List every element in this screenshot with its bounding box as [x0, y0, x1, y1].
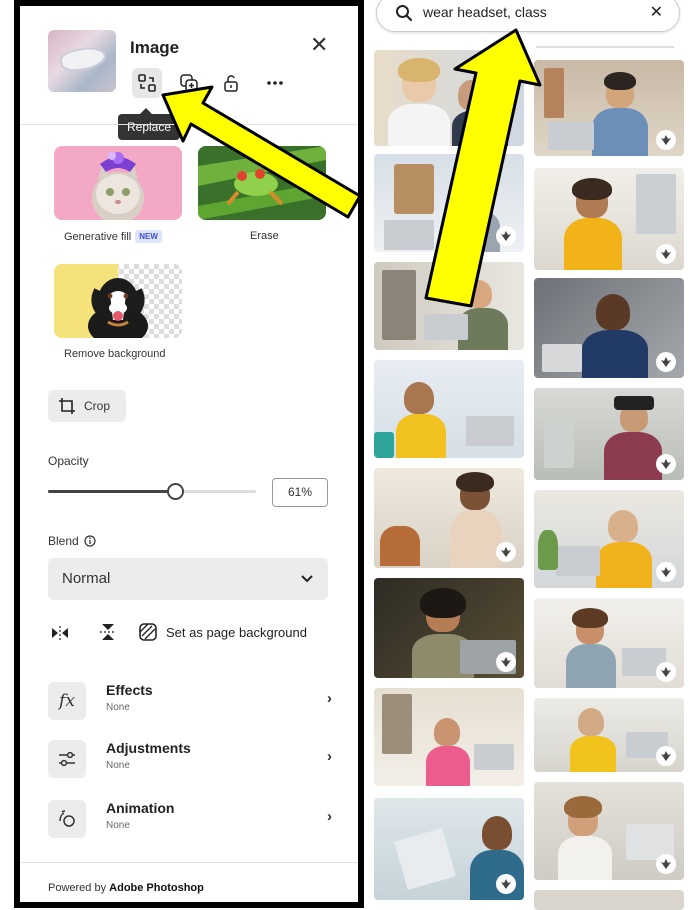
- flip-vertical-icon: [100, 624, 116, 640]
- info-icon[interactable]: [84, 535, 96, 547]
- effects-value: None: [106, 702, 130, 713]
- flip-horizontal-button[interactable]: [50, 624, 70, 647]
- crop-label: Crop: [84, 399, 111, 413]
- stock-photo-15[interactable]: [534, 698, 684, 772]
- crop-button[interactable]: Crop: [48, 390, 126, 422]
- adjustments-title: Adjustments: [106, 740, 191, 756]
- premium-badge-icon: [656, 130, 676, 150]
- more-options-button[interactable]: [260, 68, 290, 98]
- remove-background-label: Remove background: [64, 348, 166, 360]
- effects-title: Effects: [106, 682, 153, 698]
- animation-row[interactable]: Animation None ›: [48, 796, 332, 842]
- selected-image-thumbnail[interactable]: [48, 30, 116, 92]
- frog-thumbnail: [198, 146, 326, 220]
- animation-title: Animation: [106, 800, 175, 816]
- stock-photo-8[interactable]: [374, 798, 524, 900]
- premium-badge-icon: [496, 542, 516, 562]
- stock-photo-12[interactable]: [534, 388, 684, 480]
- effects-row[interactable]: fx Effects None ›: [48, 678, 332, 724]
- unlock-button[interactable]: [216, 68, 246, 98]
- stock-photo-3[interactable]: [374, 262, 524, 350]
- stock-photo-6[interactable]: [374, 578, 524, 678]
- stock-photo-9[interactable]: [534, 60, 684, 156]
- new-badge: NEW: [135, 230, 162, 243]
- stock-photo-11[interactable]: [534, 278, 684, 378]
- opacity-slider-handle[interactable]: [166, 483, 184, 500]
- stock-photo-10[interactable]: [534, 168, 684, 270]
- opacity-label: Opacity: [48, 454, 89, 468]
- blend-mode-value: Normal: [62, 570, 111, 587]
- premium-badge-icon: [656, 746, 676, 766]
- erase-label: Erase: [250, 230, 279, 242]
- replace-icon: [138, 74, 156, 92]
- chevron-right-icon: ›: [327, 748, 332, 765]
- stock-photo-1[interactable]: [374, 50, 524, 146]
- stock-photo-16[interactable]: [534, 782, 684, 880]
- search-query: wear headset, class: [423, 4, 547, 20]
- adjustments-value: None: [106, 760, 130, 771]
- stock-search-panel: wear headset, class ✕: [364, 0, 690, 910]
- chevron-right-icon: ›: [327, 690, 332, 707]
- loading-bar: [536, 46, 674, 48]
- replace-button[interactable]: [132, 68, 162, 98]
- powered-by-footer: Powered by Adobe Photoshop: [48, 882, 204, 894]
- divider: [20, 124, 358, 125]
- image-properties-panel: Image ✕ Replace Generative fill NEW Eras…: [14, 0, 364, 908]
- premium-badge-icon: [656, 562, 676, 582]
- more-icon: [267, 81, 283, 85]
- blend-mode-dropdown[interactable]: Normal: [48, 558, 328, 600]
- stock-photo-14[interactable]: [534, 598, 684, 688]
- duplicate-icon: [180, 74, 198, 92]
- chevron-right-icon: ›: [327, 808, 332, 825]
- panel-title: Image: [130, 38, 180, 57]
- close-icon[interactable]: ✕: [310, 34, 328, 56]
- search-icon: [396, 5, 413, 22]
- search-input[interactable]: wear headset, class ✕: [376, 0, 680, 32]
- replace-tooltip: Replace: [118, 108, 181, 140]
- crop-icon: [59, 398, 75, 414]
- unlock-icon: [224, 75, 238, 92]
- set-page-background-label: Set as page background: [166, 624, 307, 640]
- premium-badge-icon: [496, 226, 516, 246]
- animation-icon: [48, 800, 86, 838]
- photoshop-link[interactable]: Adobe Photoshop: [109, 882, 204, 894]
- chevron-down-icon: [301, 575, 313, 583]
- page-background-icon: [139, 623, 157, 641]
- cat-thumbnail: [92, 152, 144, 220]
- remove-background-card[interactable]: [54, 264, 182, 338]
- flip-vertical-button[interactable]: [98, 622, 118, 647]
- opacity-slider[interactable]: [48, 483, 256, 500]
- set-page-background-button[interactable]: Set as page background: [138, 622, 307, 642]
- premium-badge-icon: [656, 454, 676, 474]
- duplicate-button[interactable]: [174, 68, 204, 98]
- erase-card[interactable]: [198, 146, 326, 220]
- blend-label: Blend: [48, 534, 96, 548]
- divider: [20, 862, 358, 863]
- animation-value: None: [106, 820, 130, 831]
- premium-badge-icon: [656, 662, 676, 682]
- premium-badge-icon: [656, 244, 676, 264]
- sliders-icon: [48, 740, 86, 778]
- stock-photo-4[interactable]: [374, 360, 524, 458]
- stock-photo-5[interactable]: [374, 468, 524, 568]
- premium-badge-icon: [496, 874, 516, 894]
- fx-icon: fx: [48, 682, 86, 720]
- opacity-slider-fill: [48, 490, 175, 493]
- adjustments-row[interactable]: Adjustments None ›: [48, 736, 332, 782]
- generative-fill-label: Generative fill NEW: [64, 230, 162, 243]
- stock-photo-17[interactable]: [534, 890, 684, 910]
- clear-search-icon[interactable]: ✕: [650, 2, 663, 22]
- flip-horizontal-icon: [52, 626, 68, 640]
- dog-thumbnail: [54, 264, 182, 338]
- stock-photo-2[interactable]: [374, 154, 524, 252]
- premium-badge-icon: [496, 652, 516, 672]
- stock-photo-7[interactable]: [374, 688, 524, 786]
- stock-photo-13[interactable]: [534, 490, 684, 588]
- premium-badge-icon: [656, 854, 676, 874]
- generative-fill-card[interactable]: [54, 146, 182, 220]
- opacity-value-field[interactable]: 61%: [272, 478, 328, 507]
- premium-badge-icon: [656, 352, 676, 372]
